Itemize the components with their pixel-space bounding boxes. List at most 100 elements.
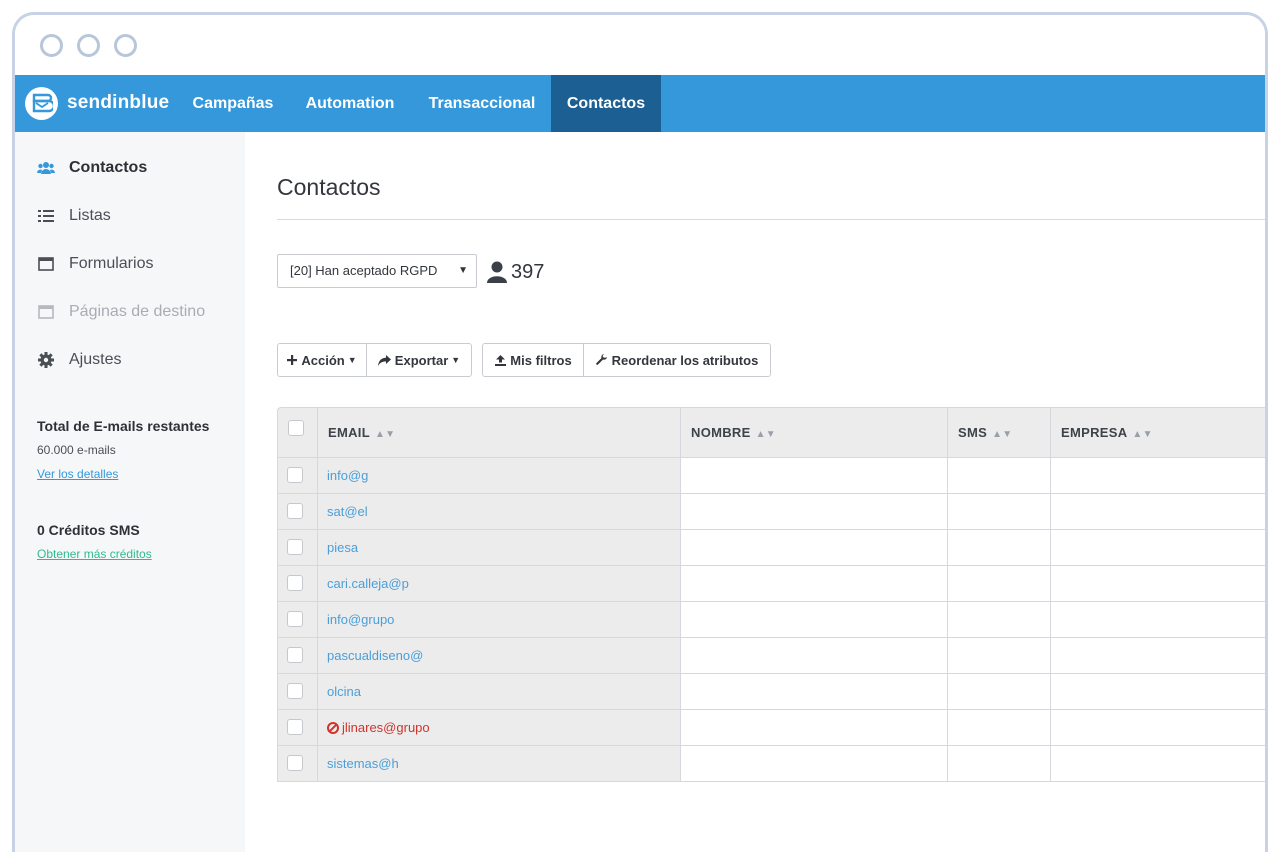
- contact-email-link[interactable]: olcina: [327, 674, 361, 709]
- users-icon: [37, 159, 55, 177]
- select-all-checkbox[interactable]: [288, 420, 304, 436]
- contact-email-link[interactable]: cari.calleja@p: [327, 566, 409, 601]
- contact-email-text: cari.calleja@p: [327, 576, 409, 591]
- contact-email-text: jlinares@grupo: [342, 720, 430, 735]
- table-row: info@g: [277, 458, 1265, 494]
- reordenar-label: Reordenar los atributos: [611, 352, 759, 368]
- sms-credits-link[interactable]: Obtener más créditos: [37, 547, 152, 561]
- table-row: sistemas@h: [277, 746, 1265, 782]
- sidebar-item-contactos[interactable]: Contactos: [37, 156, 147, 180]
- sidebar-item-paginas-de-destino[interactable]: Páginas de destino: [37, 300, 205, 324]
- contact-email-link[interactable]: jlinares@grupo: [327, 710, 430, 745]
- column-header-empresa[interactable]: EMPRESA ▲▼: [1051, 408, 1153, 458]
- form-window-icon: [37, 255, 55, 273]
- contact-email-text: pascualdiseno@: [327, 648, 424, 663]
- sms-credits-title: 0 Créditos SMS: [37, 522, 140, 538]
- contact-count-value: 397: [511, 260, 545, 283]
- caret-down-icon: ▼: [458, 265, 468, 276]
- landing-page-icon: [37, 303, 55, 321]
- table-row: piesa: [277, 530, 1265, 566]
- column-divider: [1050, 407, 1051, 781]
- accion-button[interactable]: Acción ▼: [277, 343, 367, 377]
- column-header-sms[interactable]: SMS ▲▼: [948, 408, 1012, 458]
- table-row: sat@el: [277, 494, 1265, 530]
- page-title: Contactos: [277, 174, 381, 200]
- caret-down-icon: ▼: [347, 355, 357, 365]
- sort-icon: ▲▼: [755, 429, 776, 440]
- contacts-table-header: EMAIL ▲▼ NOMBRE ▲▼ SMS ▲▼ EMPRESA ▲▼: [277, 407, 1265, 458]
- top-navbar: sendinblue Campañas Automation Transacci…: [15, 75, 1265, 132]
- sidebar: Contactos Listas Formularios Páginas de …: [15, 132, 245, 852]
- row-checkbox[interactable]: [287, 611, 303, 627]
- plus-icon: [287, 355, 298, 365]
- emails-remaining-title: Total de E-mails restantes: [37, 418, 210, 434]
- contact-email-text: info@g: [327, 468, 369, 483]
- row-checkbox[interactable]: [287, 683, 303, 699]
- table-row: cari.calleja@p: [277, 566, 1265, 602]
- contact-email-text: piesa: [327, 540, 359, 555]
- caret-down-icon: ▼: [451, 355, 461, 365]
- brand-logo[interactable]: sendinblue: [25, 85, 169, 121]
- sort-icon: ▲▼: [374, 429, 396, 440]
- row-checkbox[interactable]: [287, 503, 303, 519]
- row-checkbox[interactable]: [287, 755, 303, 771]
- mis-filtros-label: Mis filtros: [510, 352, 572, 368]
- sidebar-item-label: Contactos: [69, 159, 148, 176]
- window-close-button[interactable]: [40, 34, 63, 57]
- list-select-value: [20] Han aceptado RGPD: [290, 263, 438, 278]
- column-header-nombre[interactable]: NOMBRE ▲▼: [681, 408, 776, 458]
- contact-email-link[interactable]: pascualdiseno@: [327, 638, 423, 673]
- exportar-button[interactable]: Exportar ▼: [366, 343, 472, 377]
- nav-transaccional[interactable]: Transaccional: [413, 75, 551, 132]
- contact-email-text: sat@el: [327, 504, 368, 519]
- sidebar-item-ajustes[interactable]: Ajustes: [37, 348, 121, 372]
- emails-details-link[interactable]: Ver los detalles: [37, 467, 118, 481]
- table-row: pascualdiseno@: [277, 638, 1265, 674]
- contact-email-text: olcina: [327, 684, 361, 699]
- exportar-label: Exportar: [394, 352, 449, 368]
- row-checkbox[interactable]: [287, 647, 303, 663]
- accion-label: Acción: [301, 352, 345, 368]
- sidebar-item-label: Páginas de destino: [69, 303, 206, 320]
- sidebar-item-label: Listas: [69, 207, 111, 224]
- user-icon: [487, 261, 507, 283]
- sidebar-item-label: Ajustes: [69, 351, 122, 368]
- nav-automation[interactable]: Automation: [292, 75, 408, 132]
- emails-remaining-value: 60.000 e-mails: [37, 443, 116, 457]
- sort-icon: ▲▼: [1132, 429, 1153, 440]
- contact-email-link[interactable]: info@grupo: [327, 602, 394, 637]
- column-divider: [680, 407, 681, 781]
- blocked-icon: [327, 721, 339, 734]
- nav-contactos[interactable]: Contactos: [551, 75, 661, 132]
- table-row: olcina: [277, 674, 1265, 710]
- contact-email-link[interactable]: info@g: [327, 458, 368, 493]
- nav-campanas[interactable]: Campañas: [180, 75, 286, 132]
- contact-email-link[interactable]: piesa: [327, 530, 358, 565]
- wrench-icon: [595, 354, 608, 366]
- window-titlebar: [15, 15, 1265, 75]
- contact-count: 397: [487, 259, 544, 285]
- share-arrow-icon: [377, 354, 391, 366]
- row-checkbox[interactable]: [287, 575, 303, 591]
- reordenar-atributos-button[interactable]: Reordenar los atributos: [583, 343, 771, 377]
- row-checkbox[interactable]: [287, 539, 303, 555]
- mis-filtros-button[interactable]: Mis filtros: [482, 343, 585, 377]
- contact-email-link[interactable]: sistemas@h: [327, 746, 399, 781]
- column-divider: [317, 407, 318, 781]
- list-icon: [37, 207, 55, 225]
- contact-email-link[interactable]: sat@el: [327, 494, 368, 529]
- sort-icon: ▲▼: [992, 429, 1013, 440]
- window-minimize-button[interactable]: [77, 34, 100, 57]
- title-divider: [277, 219, 1265, 220]
- row-checkbox[interactable]: [287, 719, 303, 735]
- window-zoom-button[interactable]: [114, 34, 137, 57]
- column-header-email[interactable]: EMAIL ▲▼: [318, 408, 395, 458]
- sidebar-item-listas[interactable]: Listas: [37, 204, 111, 228]
- table-row: jlinares@grupo: [277, 710, 1265, 746]
- row-checkbox[interactable]: [287, 467, 303, 483]
- list-select[interactable]: [20] Han aceptado RGPD ▼: [277, 254, 477, 288]
- brand-name: sendinblue: [67, 92, 170, 113]
- contact-email-text: sistemas@h: [327, 756, 399, 771]
- column-divider: [947, 407, 948, 781]
- sidebar-item-formularios[interactable]: Formularios: [37, 252, 153, 276]
